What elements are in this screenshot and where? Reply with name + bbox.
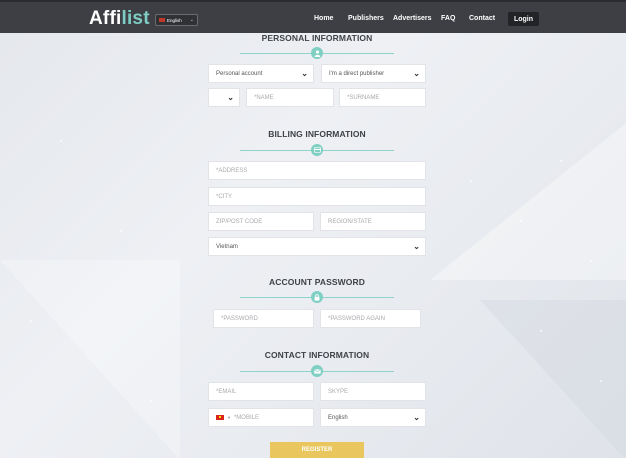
register-button[interactable]: REGISTER <box>270 442 364 458</box>
city-input[interactable]: *CITY <box>208 187 426 206</box>
contact-language-value: English <box>328 414 348 421</box>
surname-input[interactable]: *SURNAME <box>339 88 426 107</box>
language-selector[interactable]: English ⌄ <box>155 14 198 26</box>
personal-info-title: PERSONAL INFORMATION <box>261 33 373 43</box>
email-input[interactable]: *EMAIL <box>208 382 314 401</box>
mobile-input[interactable]: ▼ *MOBILE <box>208 408 314 427</box>
region-input[interactable]: REGION/STATE <box>320 212 426 231</box>
envelope-icon <box>311 365 323 377</box>
contact-info-title: CONTACT INFORMATION <box>264 350 370 360</box>
logo-text-part2: list <box>121 8 150 29</box>
title-select[interactable]: ⌄ <box>208 88 240 107</box>
publisher-type-value: I'm a direct publisher <box>329 70 385 77</box>
card-icon <box>311 144 323 156</box>
password-again-input[interactable]: *PASSWORD AGAIN <box>320 309 421 328</box>
nav-publishers[interactable]: Publishers <box>348 15 384 22</box>
chevron-down-icon: ⌄ <box>413 242 420 251</box>
logo-text-part1: Affi <box>89 8 122 29</box>
chevron-down-icon: ⌄ <box>413 413 420 422</box>
login-button[interactable]: Login <box>508 12 539 26</box>
nav-home[interactable]: Home <box>314 15 333 22</box>
chevron-down-icon: ▼ <box>227 415 231 420</box>
language-selector-label: English <box>167 17 182 23</box>
affilist-logo[interactable]: Affilist <box>89 8 150 30</box>
skype-input[interactable]: SKYPE <box>320 382 426 401</box>
chevron-down-icon: ⌄ <box>301 69 308 78</box>
vietnam-flag-icon[interactable] <box>216 415 224 420</box>
lock-icon <box>311 291 323 303</box>
password-input[interactable]: *PASSWORD <box>213 309 314 328</box>
contact-language-select[interactable]: English ⌄ <box>320 408 426 427</box>
account-type-select[interactable]: Personal account ⌄ <box>208 64 314 83</box>
top-navigation-bar: Affilist English ⌄ Home Publishers Adver… <box>0 0 626 33</box>
mobile-placeholder: *MOBILE <box>233 414 259 421</box>
zip-code-input[interactable]: ZIP/POST CODE <box>208 212 314 231</box>
nav-contact[interactable]: Contact <box>469 15 495 22</box>
chevron-down-icon: ⌄ <box>227 93 234 102</box>
country-select[interactable]: Vietnam ⌄ <box>208 237 426 256</box>
account-password-title: ACCOUNT PASSWORD <box>269 277 365 287</box>
chevron-down-icon: ⌄ <box>189 17 194 23</box>
country-value: Vietnam <box>216 243 238 250</box>
uk-flag-icon <box>159 18 165 22</box>
user-icon <box>311 47 323 59</box>
billing-info-title: BILLING INFORMATION <box>268 129 366 139</box>
address-input[interactable]: *ADDRESS <box>208 161 426 180</box>
chevron-down-icon: ⌄ <box>413 69 420 78</box>
publisher-type-select[interactable]: I'm a direct publisher ⌄ <box>321 64 426 83</box>
name-input[interactable]: *NAME <box>246 88 334 107</box>
nav-advertisers[interactable]: Advertisers <box>393 15 432 22</box>
account-type-value: Personal account <box>216 70 263 77</box>
nav-faq[interactable]: FAQ <box>441 15 455 22</box>
